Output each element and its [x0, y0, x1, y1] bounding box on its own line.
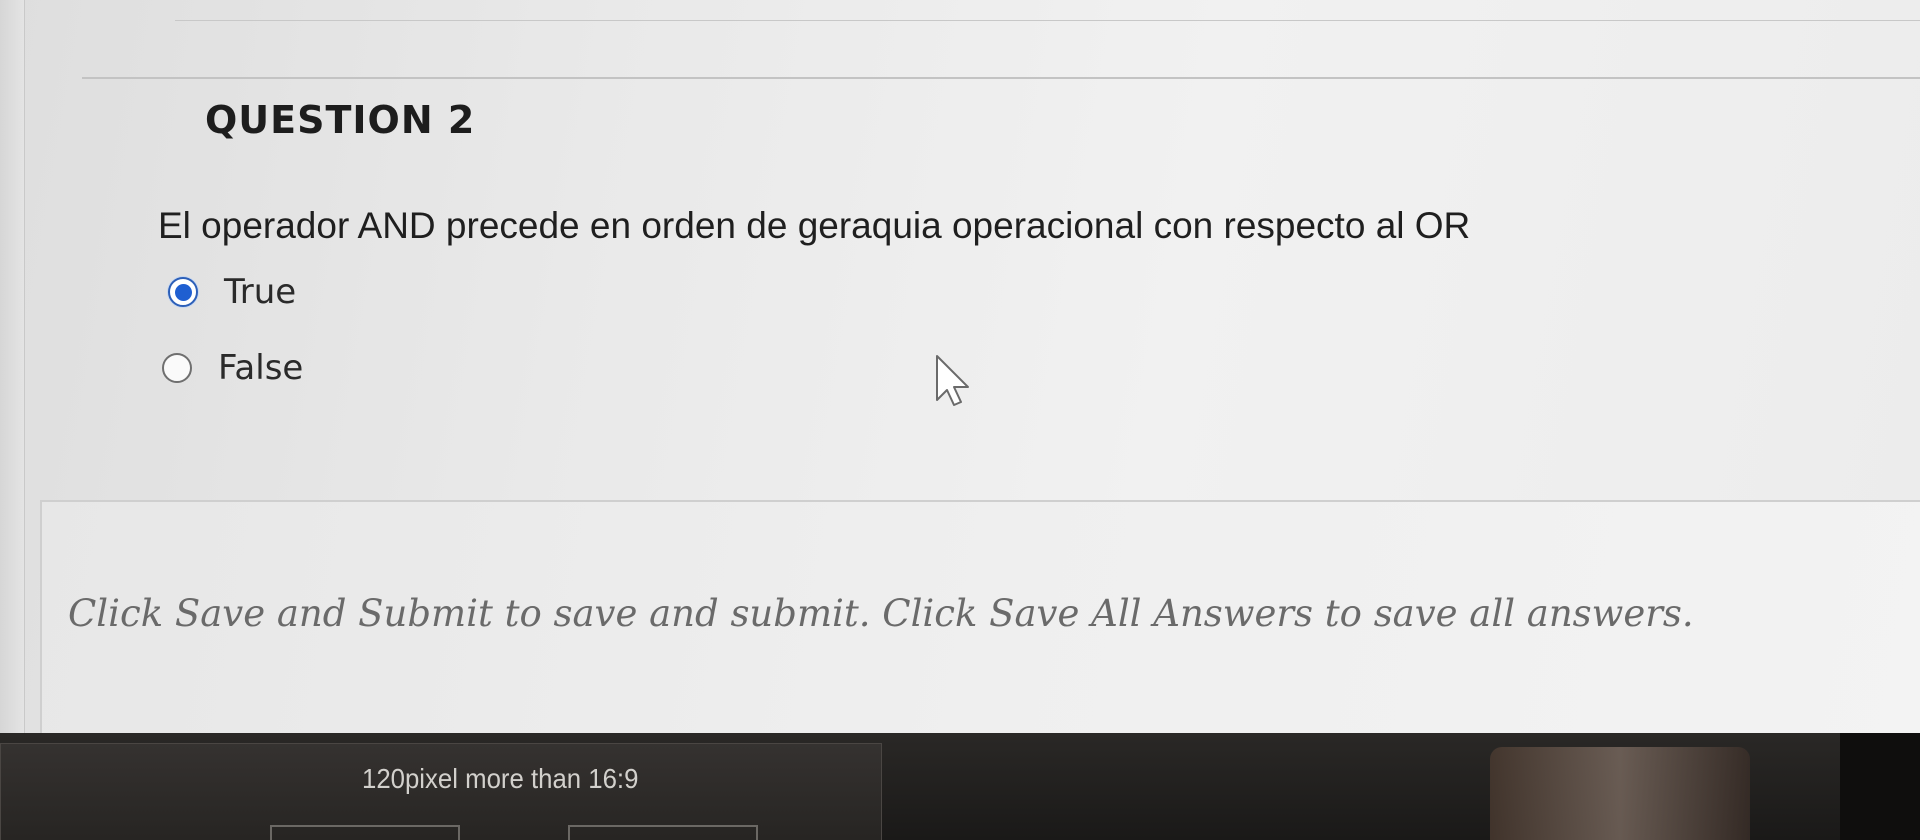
answer-option-label: False — [218, 348, 304, 388]
answer-option-label: True — [224, 272, 297, 312]
bezel-button-outline — [568, 825, 758, 840]
top-divider — [175, 20, 1920, 21]
answer-option-false[interactable]: False — [162, 348, 303, 388]
background-shadow — [1840, 733, 1920, 840]
background-object — [1490, 747, 1750, 840]
question-text: El operador AND precede en orden de gera… — [158, 205, 1471, 246]
submit-instructions-text: Click Save and Submit to save and submit… — [68, 592, 1694, 635]
monitor-bezel: 120pixel more than 16:9 — [0, 733, 1920, 840]
radio-selected-icon[interactable] — [168, 277, 198, 307]
answer-option-true[interactable]: True — [168, 272, 296, 312]
radio-unselected-icon[interactable] — [162, 353, 192, 383]
mouse-pointer-icon — [936, 355, 969, 406]
bezel-label: 120pixel more than 16:9 — [362, 763, 639, 794]
bezel-button-outline — [270, 825, 460, 840]
question-divider — [82, 77, 1920, 79]
question-title: QUESTION 2 — [205, 98, 476, 142]
left-page-edge — [0, 0, 25, 733]
quiz-screen: QUESTION 2 El operador AND precede en or… — [0, 0, 1920, 733]
